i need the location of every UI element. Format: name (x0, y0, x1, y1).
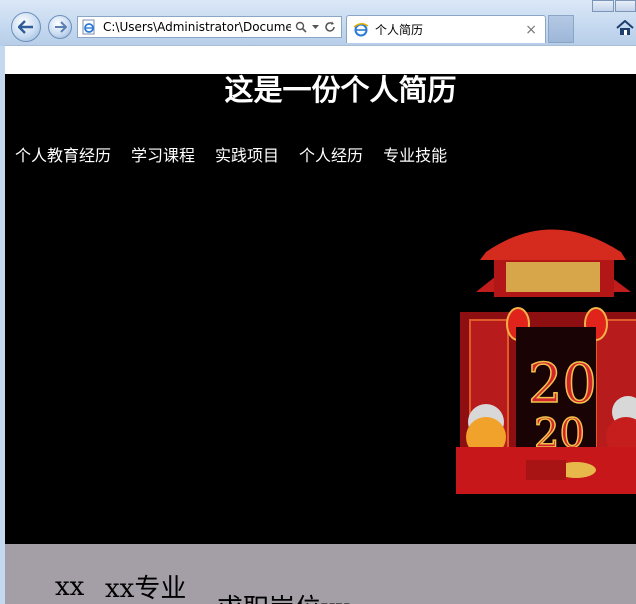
browser-chrome: C:\Users\Administrator\Docume 个人简历 × (0, 0, 636, 46)
profile-name: xx (55, 572, 85, 602)
dropdown-icon[interactable] (312, 24, 319, 30)
tab-resume[interactable]: 个人简历 × (346, 15, 546, 43)
back-arrow-icon (18, 20, 33, 34)
home-icon[interactable] (616, 20, 634, 36)
search-icon[interactable] (295, 21, 307, 33)
new-tab-button[interactable] (548, 15, 574, 43)
forward-button[interactable] (48, 15, 72, 39)
back-button[interactable] (11, 12, 41, 42)
close-icon[interactable]: × (525, 22, 537, 38)
page-title: 这是一份个人简历 (224, 74, 457, 107)
profile-major: xx专业 (105, 574, 187, 604)
maximize-button[interactable] (615, 0, 636, 12)
banner-image: 20 20 (456, 229, 636, 494)
profile-section: xx xx专业 求职岗位xx (5, 544, 636, 604)
page-viewport: 这是一份个人简历 个人教育经历 学习课程 实践项目 个人经历 专业技能 20 2… (5, 74, 636, 604)
ie-tab-icon (353, 22, 369, 36)
tab-title: 个人简历 (375, 23, 424, 37)
section-nav: 个人教育经历 学习课程 实践项目 个人经历 专业技能 (15, 146, 447, 166)
forward-arrow-icon (54, 21, 67, 33)
nav-link-projects[interactable]: 实践项目 (215, 146, 279, 166)
svg-text:20: 20 (528, 352, 597, 415)
address-bar[interactable]: C:\Users\Administrator\Docume (77, 16, 342, 38)
nav-link-experience[interactable]: 个人经历 (299, 146, 363, 166)
nav-link-courses[interactable]: 学习课程 (131, 146, 195, 166)
address-text[interactable]: C:\Users\Administrator\Docume (103, 20, 291, 34)
nav-link-education[interactable]: 个人教育经历 (15, 146, 111, 166)
ie-page-icon (82, 19, 95, 35)
refresh-icon[interactable] (324, 21, 336, 33)
nav-link-skills[interactable]: 专业技能 (383, 146, 447, 166)
profile-job: 求职岗位xx (217, 588, 350, 604)
command-bar (5, 45, 636, 74)
minimize-button[interactable] (592, 0, 614, 12)
